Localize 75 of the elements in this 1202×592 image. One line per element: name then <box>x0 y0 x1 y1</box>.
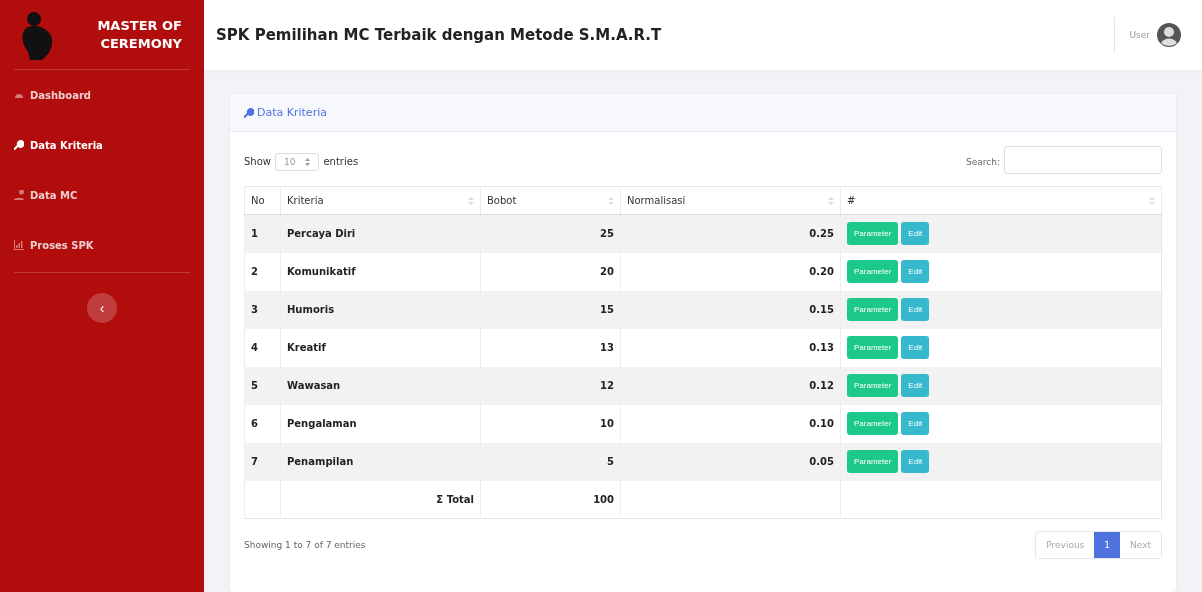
sidebar-item[interactable]: Data Kriteria <box>14 120 190 170</box>
total-value: 100 <box>480 480 621 519</box>
table-cell: 4 <box>244 328 281 367</box>
table-cell: 2 <box>244 252 281 291</box>
table-cell: 25 <box>480 214 621 253</box>
table-cell: 1 <box>244 214 281 253</box>
show-label: Show <box>244 155 271 167</box>
table-cell: 0.25 <box>620 214 841 253</box>
sort-icon <box>468 197 474 205</box>
sort-icon <box>608 197 614 205</box>
table-cell: 7 <box>244 442 281 481</box>
sort-icon <box>1149 197 1155 205</box>
chart-icon <box>14 240 24 250</box>
search-label: Search: <box>966 156 1000 167</box>
edit-button[interactable]: Edit <box>901 412 930 435</box>
brand-title: MASTER OF CEREMONY <box>96 16 182 53</box>
parameter-button[interactable]: Parameter <box>847 450 899 473</box>
table-cell: Percaya Diri <box>280 214 481 253</box>
parameter-button[interactable]: Parameter <box>847 222 899 246</box>
page-button[interactable]: 1 <box>1094 532 1121 558</box>
table-cell: Wawasan <box>280 366 481 405</box>
table-cell: 3 <box>244 290 281 329</box>
sidebar-toggle-button[interactable]: ‹ <box>87 293 117 323</box>
table-cell: 0.15 <box>620 290 841 329</box>
table-cell: Komunikatif <box>280 252 481 291</box>
table-cell: 12 <box>480 366 621 405</box>
edit-button[interactable]: Edit <box>901 260 930 283</box>
edit-button[interactable]: Edit <box>901 222 930 246</box>
table-cell: 6 <box>244 404 281 443</box>
table-cell: 20 <box>480 252 621 291</box>
table-cell: Humoris <box>280 290 481 329</box>
table-cell: 0.05 <box>620 442 841 481</box>
table-cell: 0.10 <box>620 404 841 443</box>
sidebar-item[interactable]: Dashboard <box>14 70 190 120</box>
search-field[interactable] <box>1004 146 1162 174</box>
select-arrows-icon <box>305 157 311 166</box>
table-cell: 15 <box>480 290 621 329</box>
column-header[interactable]: Normalisasi <box>620 186 841 215</box>
column-header[interactable]: No <box>244 186 281 215</box>
table-cell: Kreatif <box>280 328 481 367</box>
table-cell: 13 <box>480 328 621 367</box>
entries-label: entries <box>323 155 359 167</box>
users-icon <box>14 190 24 200</box>
entries-select[interactable]: 10 <box>275 152 320 171</box>
user-avatar-icon[interactable] <box>1156 22 1182 48</box>
edit-button[interactable]: Edit <box>901 450 930 473</box>
edit-button[interactable]: Edit <box>901 298 930 321</box>
sidebar-item[interactable]: Proses SPK <box>14 220 190 270</box>
column-header[interactable]: Kriteria <box>280 186 481 215</box>
column-header[interactable]: # <box>840 186 1162 215</box>
parameter-button[interactable]: Parameter <box>847 374 899 397</box>
user-name: User <box>1129 30 1150 40</box>
sidebar-item[interactable]: Data MC <box>14 170 190 220</box>
table-info: Showing 1 to 7 of 7 entries <box>244 540 366 550</box>
edit-button[interactable]: Edit <box>901 336 930 359</box>
table-cell: 0.13 <box>620 328 841 367</box>
edit-button[interactable]: Edit <box>901 374 930 397</box>
parameter-button[interactable]: Parameter <box>847 260 899 283</box>
table-cell: 0.20 <box>620 252 841 291</box>
column-header[interactable]: Bobot <box>480 186 621 215</box>
total-label: Σ Total <box>280 480 481 519</box>
parameter-button[interactable]: Parameter <box>847 298 899 321</box>
table-cell: 10 <box>480 404 621 443</box>
parameter-button[interactable]: Parameter <box>847 336 899 359</box>
card-title: Data Kriteria <box>244 106 327 119</box>
table-cell: Pengalaman <box>280 404 481 443</box>
key-icon <box>244 107 254 118</box>
sort-icon <box>828 197 834 205</box>
table-cell: 5 <box>244 366 281 405</box>
table-cell: Penampilan <box>280 442 481 481</box>
table-cell: 0.12 <box>620 366 841 405</box>
page-title: SPK Pemilihan MC Terbaik dengan Metode S.M.A.R.T <box>216 26 663 44</box>
key-icon <box>14 140 24 150</box>
table-cell: 5 <box>480 442 621 481</box>
parameter-button[interactable]: Parameter <box>847 412 899 435</box>
